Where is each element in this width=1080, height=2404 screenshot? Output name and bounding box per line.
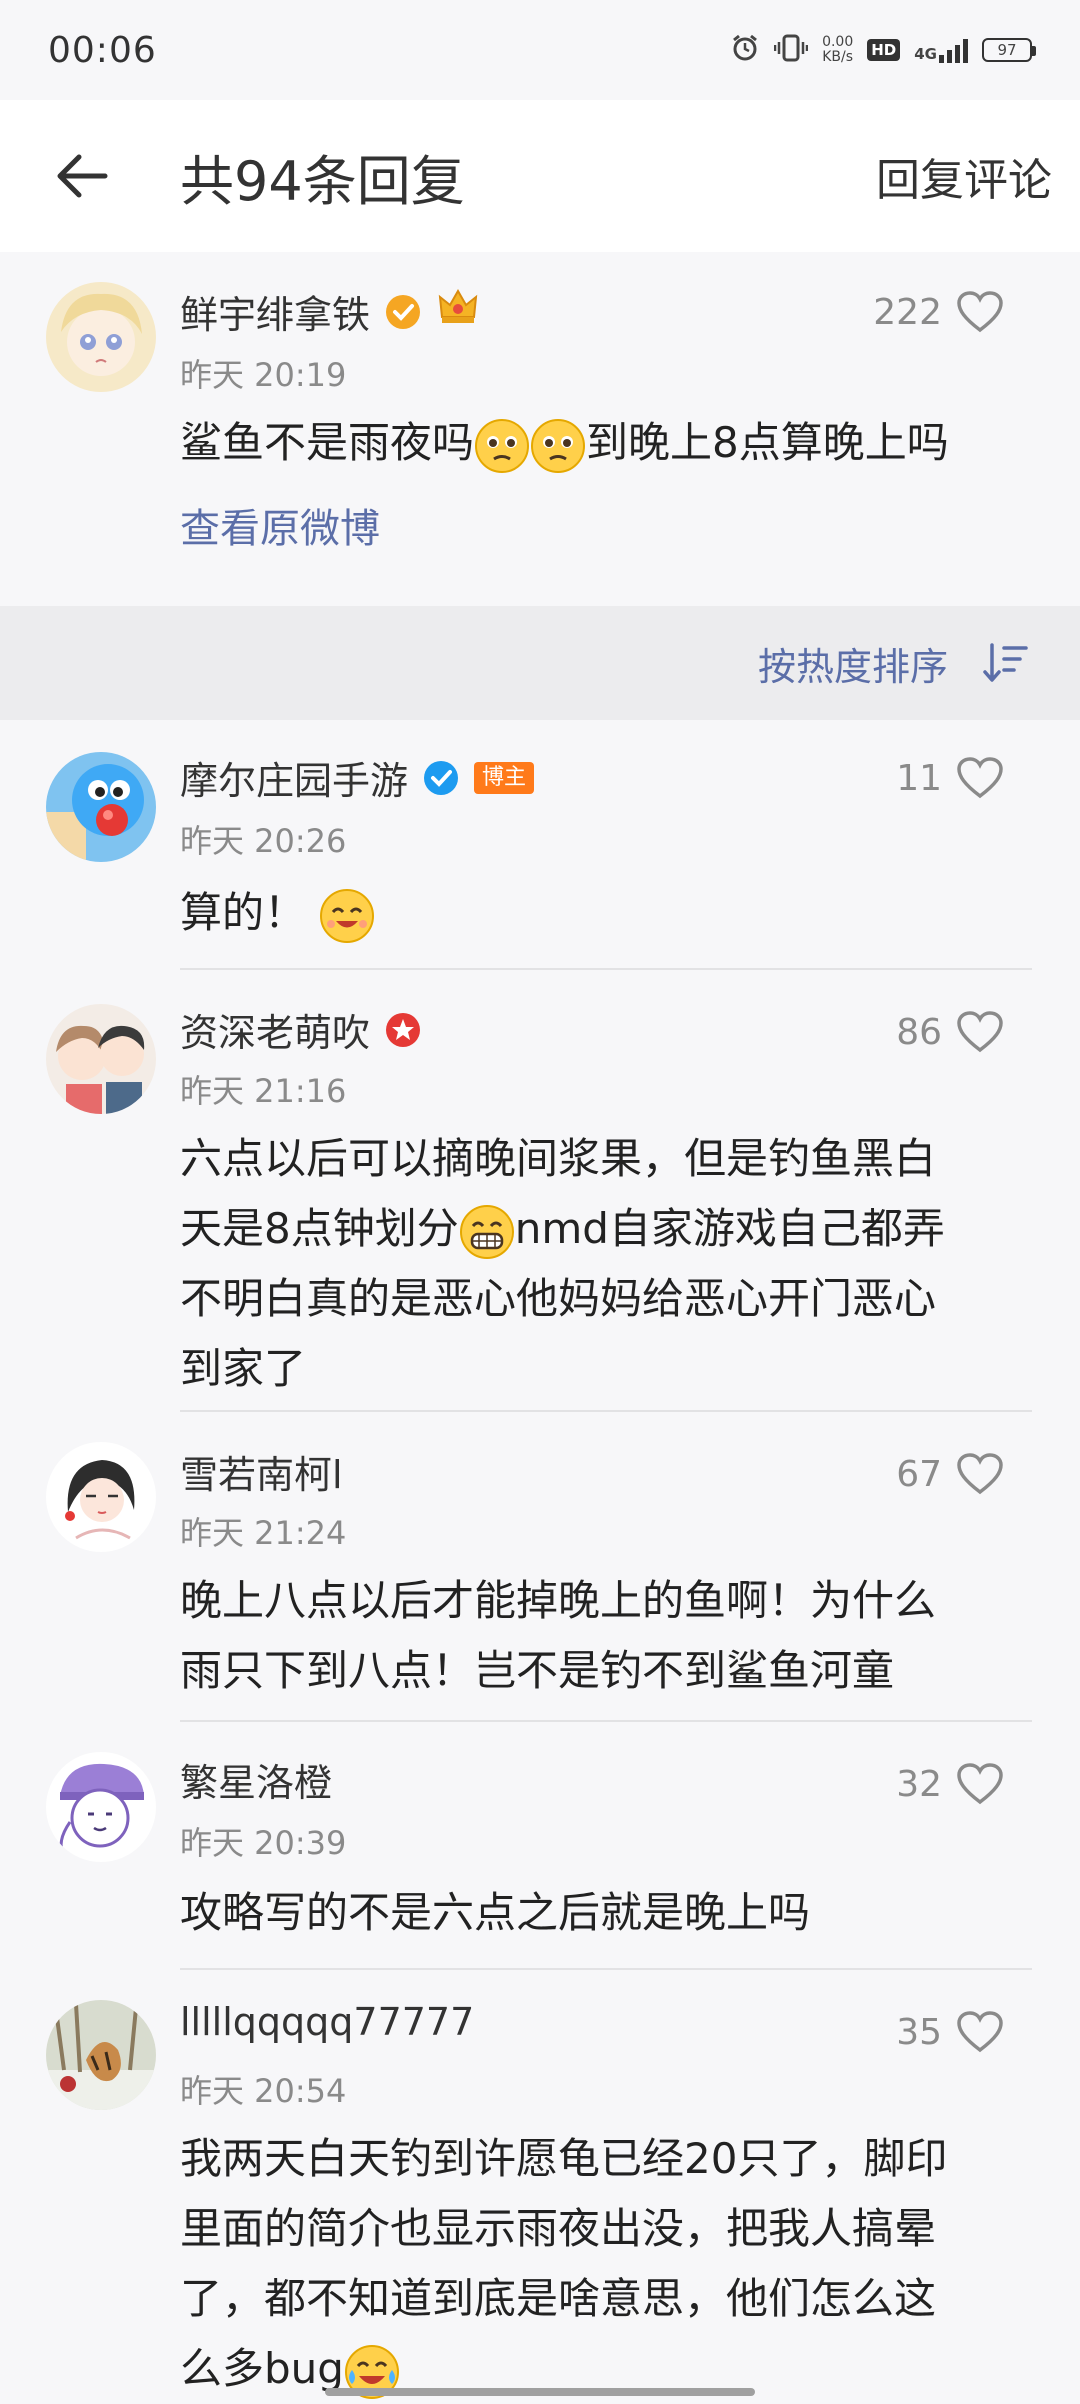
verified-gold-icon (384, 293, 422, 331)
status-time: 00:06 (48, 29, 157, 71)
back-arrow-icon (57, 154, 108, 198)
username[interactable]: 繁星洛橙 (180, 1752, 332, 1807)
comment-time: 昨天 20:19 (180, 356, 347, 394)
avatar[interactable] (46, 2000, 156, 2110)
username[interactable]: 摩尔庄园手游 (180, 750, 408, 805)
sort-by-heat-button[interactable]: 按热度排序 (758, 636, 948, 691)
like-count: 222 (873, 291, 942, 333)
status-icons: 0.00 KB/s HD 4G 97 (730, 33, 1036, 68)
original-comment: 鲜宇绯拿铁 昨天 20:19 222 鲨鱼不是雨夜吗 到晚上8点算晚上吗 查看原微… (0, 252, 1080, 606)
username-row: 摩尔庄园手游 博主 (180, 750, 535, 805)
comment-text: 攻略写的不是六点之后就是晚上吗 (180, 1888, 811, 1937)
avatar[interactable] (46, 1004, 156, 1114)
like-count: 32 (896, 1763, 942, 1805)
grinning-face-icon (459, 1204, 514, 1259)
pleading-face-icon (531, 418, 586, 473)
username[interactable]: 资深老萌吹 (180, 1002, 370, 1057)
heart-icon (957, 1453, 1003, 1495)
avatar[interactable] (46, 1752, 156, 1862)
blogger-badge: 博主 (474, 761, 535, 794)
like-button[interactable]: 86 (896, 1010, 1004, 1054)
member-star-icon (384, 1011, 422, 1049)
reply-comment-button[interactable]: 回复评论 (876, 144, 1052, 208)
verified-blue-icon (422, 759, 460, 797)
list-item: 摩尔庄园手游 博主 昨天 20:26 11 算的！ (0, 720, 1080, 970)
hd-badge: HD (867, 39, 901, 61)
username-row: lllllqqqqq77777 (180, 2000, 474, 2044)
username[interactable]: lllllqqqqq77777 (180, 2000, 474, 2044)
battery-icon: 97 (982, 38, 1036, 62)
comment-time: 昨天 20:26 (180, 822, 347, 860)
comment-time: 昨天 20:39 (180, 1824, 347, 1862)
heart-icon (957, 1011, 1003, 1053)
like-button[interactable]: 35 (896, 2010, 1004, 2054)
username-row: 鲜宇绯拿铁 (180, 284, 480, 339)
back-button[interactable] (52, 146, 112, 206)
sort-bar: 按热度排序 (0, 606, 1080, 720)
sort-icon[interactable] (982, 643, 1028, 683)
alarm-icon (730, 33, 760, 68)
list-item: lllllqqqqq77777 昨天 20:54 35 我两天白天钓到许愿龟已经… (0, 1970, 1080, 2399)
like-button[interactable]: 222 (873, 290, 1004, 334)
username-row: 雪若南柯l (180, 1444, 343, 1499)
comment-text: 鲨鱼不是雨夜吗 到晚上8点算晚上吗 (180, 408, 1030, 478)
signal-icon (939, 37, 968, 63)
comment-text: 算的！ (180, 878, 1030, 948)
avatar[interactable] (46, 282, 156, 392)
home-indicator[interactable] (325, 2388, 755, 2396)
username-row: 繁星洛橙 (180, 1752, 332, 1807)
page-title: 共94条回复 (180, 149, 465, 213)
heart-icon (957, 1763, 1003, 1805)
happy-face-icon (320, 888, 375, 943)
avatar[interactable] (46, 1442, 156, 1552)
like-count: 35 (896, 2011, 942, 2053)
pleading-face-icon (475, 418, 530, 473)
username-row: 资深老萌吹 (180, 1002, 422, 1057)
vibrate-icon (773, 33, 809, 68)
heart-icon (957, 2011, 1003, 2053)
heart-icon (957, 291, 1003, 333)
header: 共94条回复 回复评论 (0, 100, 1080, 252)
net-speed: 0.00 KB/s (822, 34, 854, 65)
like-count: 86 (896, 1011, 942, 1053)
like-button[interactable]: 67 (896, 1452, 1004, 1496)
avatar[interactable] (46, 752, 156, 862)
heart-icon (957, 757, 1003, 799)
view-original-link[interactable]: 查看原微博 (180, 496, 380, 554)
comment-text: 六点以后可以摘晚间浆果，但是钓鱼黑白 天是8点钟划分 nmd自家游戏自己都弄 不明… (180, 1134, 945, 1393)
like-count: 67 (896, 1453, 942, 1495)
like-button[interactable]: 32 (896, 1762, 1004, 1806)
network-type: 4G (914, 37, 968, 63)
username[interactable]: 鲜宇绯拿铁 (180, 284, 370, 339)
list-item: 资深老萌吹 昨天 21:16 86 六点以后可以摘晚间浆果，但是钓鱼黑白 天是8… (0, 970, 1080, 1412)
comment-time: 昨天 21:24 (180, 1514, 347, 1552)
crown-icon (436, 285, 480, 338)
comment-time: 昨天 21:16 (180, 1072, 347, 1110)
like-count: 11 (896, 757, 942, 799)
status-bar: 00:06 0.00 KB/s HD 4G 97 (0, 0, 1080, 100)
username[interactable]: 雪若南柯l (180, 1444, 343, 1499)
list-item: 繁星洛橙 昨天 20:39 32 攻略写的不是六点之后就是晚上吗 (0, 1722, 1080, 1970)
comment-time: 昨天 20:54 (180, 2072, 347, 2110)
like-button[interactable]: 11 (896, 756, 1004, 800)
comment-text: 我两天白天钓到许愿龟已经20只了，脚印 里面的简介也显示雨夜出没，把我人搞晕 了… (180, 2124, 1030, 2404)
list-item: 雪若南柯l 昨天 21:24 67 晚上八点以后才能掉晚上的鱼啊！为什么 雨只下… (0, 1412, 1080, 1722)
comment-text: 晚上八点以后才能掉晚上的鱼啊！为什么 雨只下到八点！岂不是钓不到鲨鱼河童 (180, 1576, 937, 1695)
